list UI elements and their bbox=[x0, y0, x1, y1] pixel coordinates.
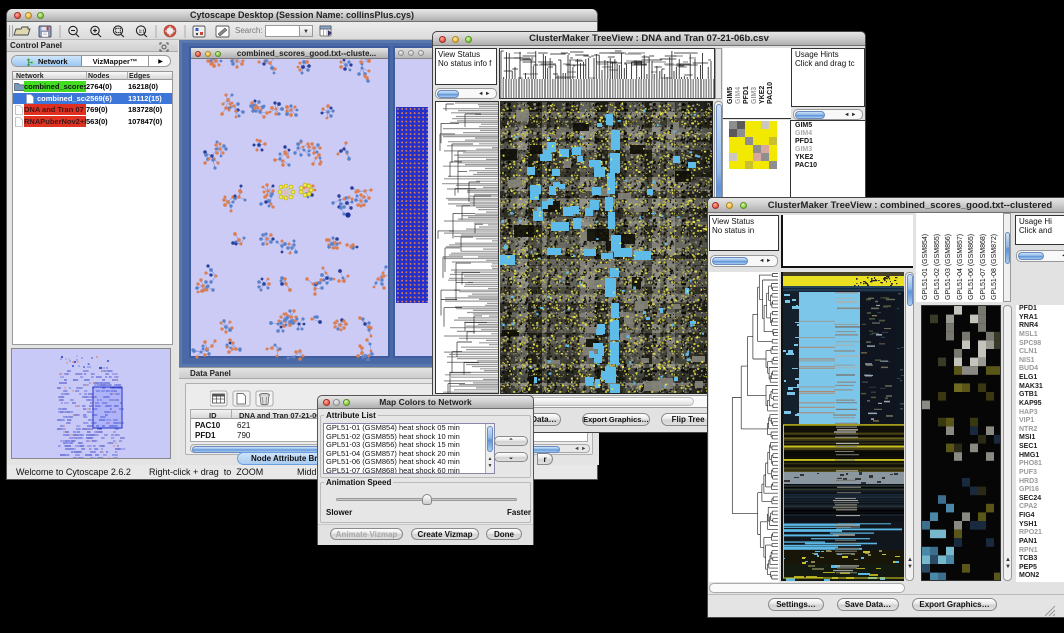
svg-text:1:1: 1:1 bbox=[139, 29, 146, 34]
